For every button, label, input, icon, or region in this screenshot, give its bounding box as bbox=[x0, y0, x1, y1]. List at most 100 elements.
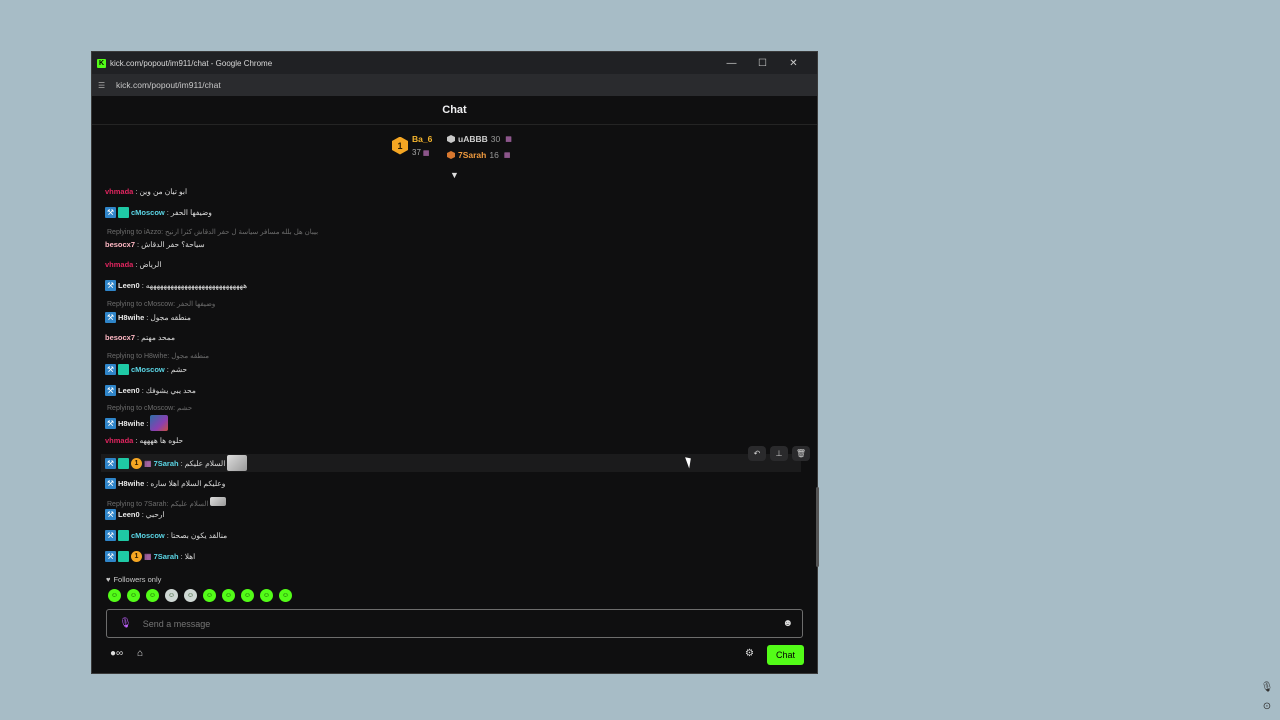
username[interactable]: Leen0 bbox=[118, 281, 140, 290]
gold-medal-icon: 1 bbox=[392, 136, 408, 155]
reply-reference[interactable]: Replying to H8wihe: منطقه مجول bbox=[107, 352, 209, 360]
message-input-box[interactable]: 🎙 ☻ bbox=[106, 609, 803, 638]
reply-reference[interactable]: Replying to cMoscow: وضيفها الحفر bbox=[107, 300, 215, 308]
emote-button[interactable]: ☺ bbox=[184, 589, 197, 602]
message-text: محد يبي يشوفك bbox=[145, 386, 196, 395]
expand-leaderboard-icon[interactable]: ▼ bbox=[450, 170, 459, 180]
message-text: ممحد مهتم bbox=[141, 333, 176, 342]
subscriber-badge-icon bbox=[118, 457, 129, 469]
username[interactable]: 7Sarah bbox=[154, 459, 179, 468]
leaderboard-second-name[interactable]: uABBB bbox=[458, 134, 488, 144]
subscriber-badge-icon bbox=[118, 530, 129, 541]
gear-icon[interactable]: ⚙ bbox=[745, 648, 754, 659]
emote-button[interactable]: ☺ bbox=[203, 589, 216, 602]
emote-button[interactable]: ☺ bbox=[260, 589, 273, 602]
gift-badge-icon: ▦ bbox=[144, 552, 152, 561]
message-text: حلوه ها ههههه bbox=[139, 436, 184, 445]
chat-message: vhmada: ابو تيان من وين bbox=[105, 187, 188, 196]
gift-icon: ▦ bbox=[503, 152, 511, 159]
chat-scrollbar[interactable] bbox=[816, 487, 819, 567]
username[interactable]: vhmada bbox=[105, 436, 133, 445]
emote-button[interactable]: ☺ bbox=[146, 589, 159, 602]
username[interactable]: besocx7 bbox=[105, 240, 135, 249]
gifter-badge-icon: 1 bbox=[131, 551, 142, 562]
chat-message: ⚒ H8wihe: وعليكم السلام اهلا ساره bbox=[105, 478, 226, 489]
username[interactable]: cMoscow bbox=[131, 208, 165, 217]
subscriber-badge-icon bbox=[118, 364, 129, 375]
emote-image bbox=[210, 497, 227, 506]
username[interactable]: Leen0 bbox=[118, 510, 140, 519]
chat-message: ⚒ Leen0: محد يبي يشوفك bbox=[105, 385, 196, 396]
browser-window: K kick.com/popout/im911/chat - Google Ch… bbox=[91, 51, 819, 674]
mic-tray-icon[interactable]: 🎙 bbox=[1260, 682, 1274, 696]
chat-message: ⚒ 1 ▦ 7Sarah: اهلا bbox=[105, 551, 196, 562]
username[interactable]: cMoscow bbox=[131, 531, 165, 540]
emote-button[interactable]: ☺ bbox=[222, 589, 235, 602]
reply-reference[interactable]: Replying to 7Sarah: السلام عليكم bbox=[107, 497, 227, 508]
username[interactable]: 7Sarah bbox=[154, 552, 179, 561]
message-text: الرياض bbox=[139, 260, 162, 269]
chat-footer: ●∞ ⌂ ⚙ Chat bbox=[92, 645, 819, 667]
reply-reference[interactable]: Replying to iAzzo: بيبان هل بلله مسافر س… bbox=[107, 228, 318, 236]
moderator-badge-icon: ⚒ bbox=[105, 417, 116, 429]
username[interactable]: vhmada bbox=[105, 260, 133, 269]
url-text[interactable]: kick.com/popout/im911/chat bbox=[116, 80, 221, 90]
message-text: ابو تيان من وين bbox=[139, 187, 188, 196]
followers-only-label: Followers only bbox=[113, 575, 162, 584]
moderator-badge-icon: ⚒ bbox=[105, 280, 116, 291]
leaderboard-third-count: 16 bbox=[489, 150, 499, 160]
username[interactable]: Leen0 bbox=[118, 386, 140, 395]
username[interactable]: besocx7 bbox=[105, 333, 135, 342]
close-icon[interactable]: ✕ bbox=[778, 52, 809, 74]
emote-button[interactable]: ☺ bbox=[241, 589, 254, 602]
settings-tray-icon[interactable]: ⊙ bbox=[1260, 701, 1274, 715]
chat-message: vhmada: حلوه ها ههههه bbox=[105, 436, 184, 445]
message-input[interactable] bbox=[140, 617, 783, 630]
moderator-badge-icon: ⚒ bbox=[105, 551, 116, 562]
address-bar[interactable]: ☰ kick.com/popout/im911/chat bbox=[92, 74, 817, 96]
username[interactable]: H8wihe bbox=[118, 479, 144, 488]
maximize-icon[interactable]: ☐ bbox=[747, 52, 778, 74]
gift-leaderboard: 1 Ba_6 37 ▦ uABBB 30 ▦ 7Sarah 16 ▦ ▼ bbox=[92, 125, 817, 180]
leaderboard-second[interactable]: uABBB 30 ▦ bbox=[447, 131, 512, 147]
store-icon[interactable]: ⌂ bbox=[137, 648, 143, 659]
username[interactable]: H8wihe bbox=[118, 313, 144, 322]
username[interactable]: cMoscow bbox=[131, 365, 165, 374]
message-text: وعليكم السلام اهلا ساره bbox=[150, 479, 226, 488]
leaderboard-second-count: 30 bbox=[490, 134, 501, 144]
emote-button[interactable]: ☺ bbox=[165, 589, 178, 602]
emoji-picker-icon[interactable]: ☻ bbox=[782, 618, 793, 629]
leaderboard-first[interactable]: 1 Ba_6 37 ▦ bbox=[392, 134, 432, 157]
leaderboard-third[interactable]: 7Sarah 16 ▦ bbox=[447, 147, 512, 163]
moderator-badge-icon: ⚒ bbox=[105, 457, 116, 469]
points-infinity-icon[interactable]: ●∞ bbox=[110, 648, 123, 659]
emote-image bbox=[227, 455, 248, 471]
chat-message: ⚒ Leen0: ارحبي bbox=[105, 509, 165, 520]
message-text: حشم bbox=[170, 365, 188, 374]
window-title: kick.com/popout/im911/chat - Google Chro… bbox=[110, 58, 273, 68]
emote-button[interactable]: ☺ bbox=[127, 589, 140, 602]
emote-button[interactable]: ☺ bbox=[108, 589, 121, 602]
chat-message: ⚒ Leen0: ههههههههههههههههههههههههههههه bbox=[105, 280, 248, 291]
username[interactable]: vhmada bbox=[105, 187, 133, 196]
chat-message: ⚒ cMoscow: وضيفها الحفر bbox=[105, 207, 212, 218]
leaderboard-third-name[interactable]: 7Sarah bbox=[458, 150, 486, 160]
message-actions: ↶ ⊥ 🗑 bbox=[748, 446, 810, 461]
message-text: سياحة؟ حفر الدقاش bbox=[141, 240, 205, 249]
reply-icon[interactable]: ↶ bbox=[748, 446, 766, 461]
emote-button[interactable]: ☺ bbox=[279, 589, 292, 602]
reply-reference[interactable]: Replying to cMoscow: حشم bbox=[107, 404, 192, 412]
chat-message: ⚒ cMoscow: حشم bbox=[105, 364, 188, 375]
delete-icon[interactable]: 🗑 bbox=[792, 446, 810, 461]
site-settings-icon[interactable]: ☰ bbox=[98, 81, 110, 90]
pin-icon[interactable]: ⊥ bbox=[770, 446, 788, 461]
minimize-icon[interactable]: — bbox=[716, 52, 747, 74]
chat-message: ⚒ H8wihe: bbox=[105, 415, 169, 431]
send-chat-button[interactable]: Chat bbox=[767, 645, 804, 665]
username[interactable]: H8wihe bbox=[118, 419, 144, 428]
quick-emote-bar: ☺ ☺ ☺ ☺ ☺ ☺ ☺ ☺ ☺ ☺ bbox=[108, 589, 292, 602]
chat-message: ⚒ H8wihe: منطقه مجول bbox=[105, 312, 191, 323]
bronze-medal-icon bbox=[447, 151, 455, 159]
microphone-icon[interactable]: 🎙 bbox=[119, 618, 132, 629]
leaderboard-first-name[interactable]: Ba_6 bbox=[412, 134, 432, 144]
